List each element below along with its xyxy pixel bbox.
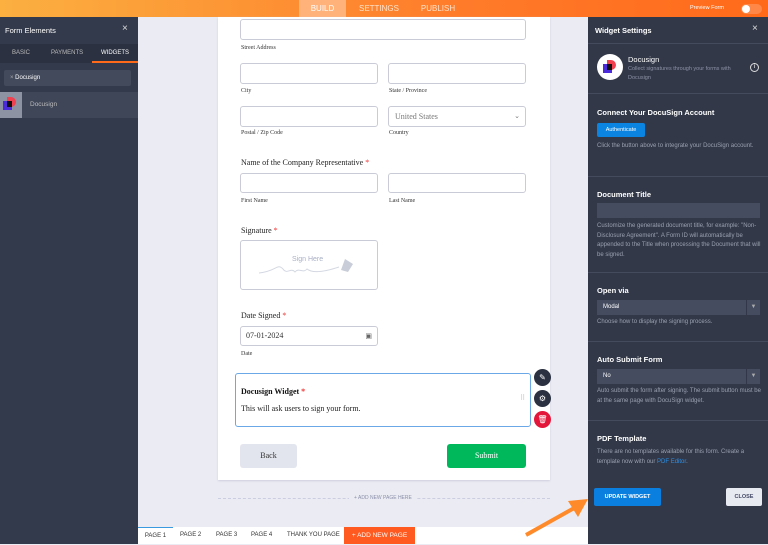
last-name-label: Last Name [389, 198, 416, 204]
open-via-desc: Choose how to display the signing proces… [597, 319, 713, 325]
widget-description: This will ask users to sign your form. [241, 404, 361, 413]
auto-submit-label: Auto Submit Form [597, 355, 663, 364]
postal-label: Postal / Zip Code [241, 130, 283, 136]
pdf-template-label: PDF Template [597, 434, 647, 443]
signature-pad[interactable]: Sign Here [240, 240, 378, 290]
country-select[interactable]: United States ⌄ [388, 106, 526, 127]
page-tab-3[interactable]: PAGE 3 [216, 527, 237, 544]
widget-name: Docusign [628, 55, 660, 64]
preview-form-label: Preview Form [690, 5, 724, 11]
authenticate-button[interactable]: Authenticate [597, 123, 645, 137]
date-input[interactable]: 07-01-2024 ▣ [240, 326, 378, 346]
street-address-input[interactable] [240, 19, 526, 40]
rep-question: Name of the Company Representative * [241, 158, 370, 167]
signature-question: Signature * [241, 226, 278, 235]
country-value: United States [395, 112, 438, 121]
pdf-editor-link[interactable]: PDF Editor [657, 459, 686, 465]
date-label: Date [241, 351, 253, 357]
close-icon[interactable]: × [122, 23, 128, 34]
tab-build[interactable]: BUILD [299, 0, 346, 17]
tab-publish[interactable]: PUBLISH [414, 0, 462, 17]
docusign-widget-field[interactable]: Docusign Widget * This will ask users to… [235, 373, 531, 427]
tab-payments[interactable]: PAYMENTS [51, 50, 83, 56]
docusign-logo-icon [0, 92, 22, 118]
widget-settings-panel: Widget Settings × Docusign Collect signa… [588, 17, 768, 544]
drag-handle-icon[interactable]: ⠿ [520, 394, 525, 402]
close-icon[interactable]: × [752, 23, 758, 34]
tab-widgets[interactable]: WIDGETS [92, 44, 138, 63]
preview-toggle[interactable] [741, 4, 762, 14]
widget-desc: Collect signatures through your forms wi… [628, 66, 731, 81]
top-bar: BUILD SETTINGS PUBLISH Preview Form [0, 0, 768, 17]
calendar-icon[interactable]: ▣ [365, 327, 372, 345]
open-via-label: Open via [597, 286, 629, 295]
state-label: State / Province [389, 88, 427, 94]
close-button[interactable]: CLOSE [726, 488, 762, 506]
delete-icon[interactable]: 🗑 [534, 411, 551, 428]
search-input[interactable]: × Docusign [4, 70, 131, 86]
auto-submit-select[interactable]: No ▼ [597, 369, 760, 384]
city-input[interactable] [240, 63, 378, 84]
doc-title-input[interactable] [597, 203, 760, 218]
docusign-logo-icon [597, 54, 623, 80]
tabs: BASIC PAYMENTS WIDGETS [0, 44, 138, 63]
submit-button[interactable]: Submit [447, 444, 526, 468]
widget-title: Docusign Widget * [241, 387, 306, 396]
add-new-page-button[interactable]: + ADD NEW PAGE [344, 527, 415, 544]
widget-item-label: Docusign [30, 101, 58, 108]
thank-you-page-tab[interactable]: THANK YOU PAGE [287, 527, 340, 544]
doc-title-label: Document Title [597, 190, 652, 199]
connect-desc: Click the button above to integrate your… [597, 143, 754, 149]
update-widget-button[interactable]: UPDATE WIDGET [594, 488, 661, 506]
form-elements-panel: Form Elements × BASIC PAYMENTS WIDGETS ×… [0, 17, 138, 544]
page-tab-4[interactable]: PAGE 4 [251, 527, 272, 544]
dropdown-arrow-icon: ▼ [746, 300, 760, 315]
city-label: City [241, 88, 252, 94]
auto-submit-desc: Auto submit the form after signing. The … [597, 388, 761, 404]
doc-title-desc: Customize the generated document title, … [597, 223, 761, 258]
first-name-input[interactable] [240, 173, 378, 193]
arrow-annotation-icon [525, 499, 588, 537]
dropdown-arrow-icon: ▼ [746, 369, 760, 384]
info-icon[interactable]: i [750, 63, 759, 72]
signature-pen-icon [258, 259, 353, 274]
street-label: Street Address [241, 45, 276, 51]
tab-settings[interactable]: SETTINGS [352, 0, 406, 17]
widget-item-docusign[interactable]: Docusign [0, 92, 138, 118]
pdf-template-desc: There are no templates available for thi… [597, 449, 745, 465]
date-question: Date Signed * [241, 311, 287, 320]
chevron-down-icon: ⌄ [514, 112, 520, 120]
back-button[interactable]: Back [240, 444, 297, 468]
gear-icon[interactable]: ⚙ [534, 390, 551, 407]
country-label: Country [389, 130, 409, 136]
panel-title: Form Elements [5, 26, 56, 35]
page-tab-1[interactable]: PAGE 1 [138, 527, 173, 544]
last-name-input[interactable] [388, 173, 526, 193]
search-value: Docusign [15, 75, 41, 81]
edit-wand-icon[interactable]: ✎ [534, 369, 551, 386]
tab-basic[interactable]: BASIC [12, 50, 30, 56]
open-via-select[interactable]: Modal ▼ [597, 300, 760, 315]
page-tab-2[interactable]: PAGE 2 [180, 527, 201, 544]
settings-title: Widget Settings [595, 26, 652, 35]
state-input[interactable] [388, 63, 526, 84]
connect-title: Connect Your DocuSign Account [597, 108, 715, 117]
postal-input[interactable] [240, 106, 378, 127]
add-page-here-link[interactable]: + ADD NEW PAGE HERE [349, 495, 417, 501]
first-name-label: First Name [241, 198, 268, 204]
date-value: 07-01-2024 [246, 331, 284, 340]
